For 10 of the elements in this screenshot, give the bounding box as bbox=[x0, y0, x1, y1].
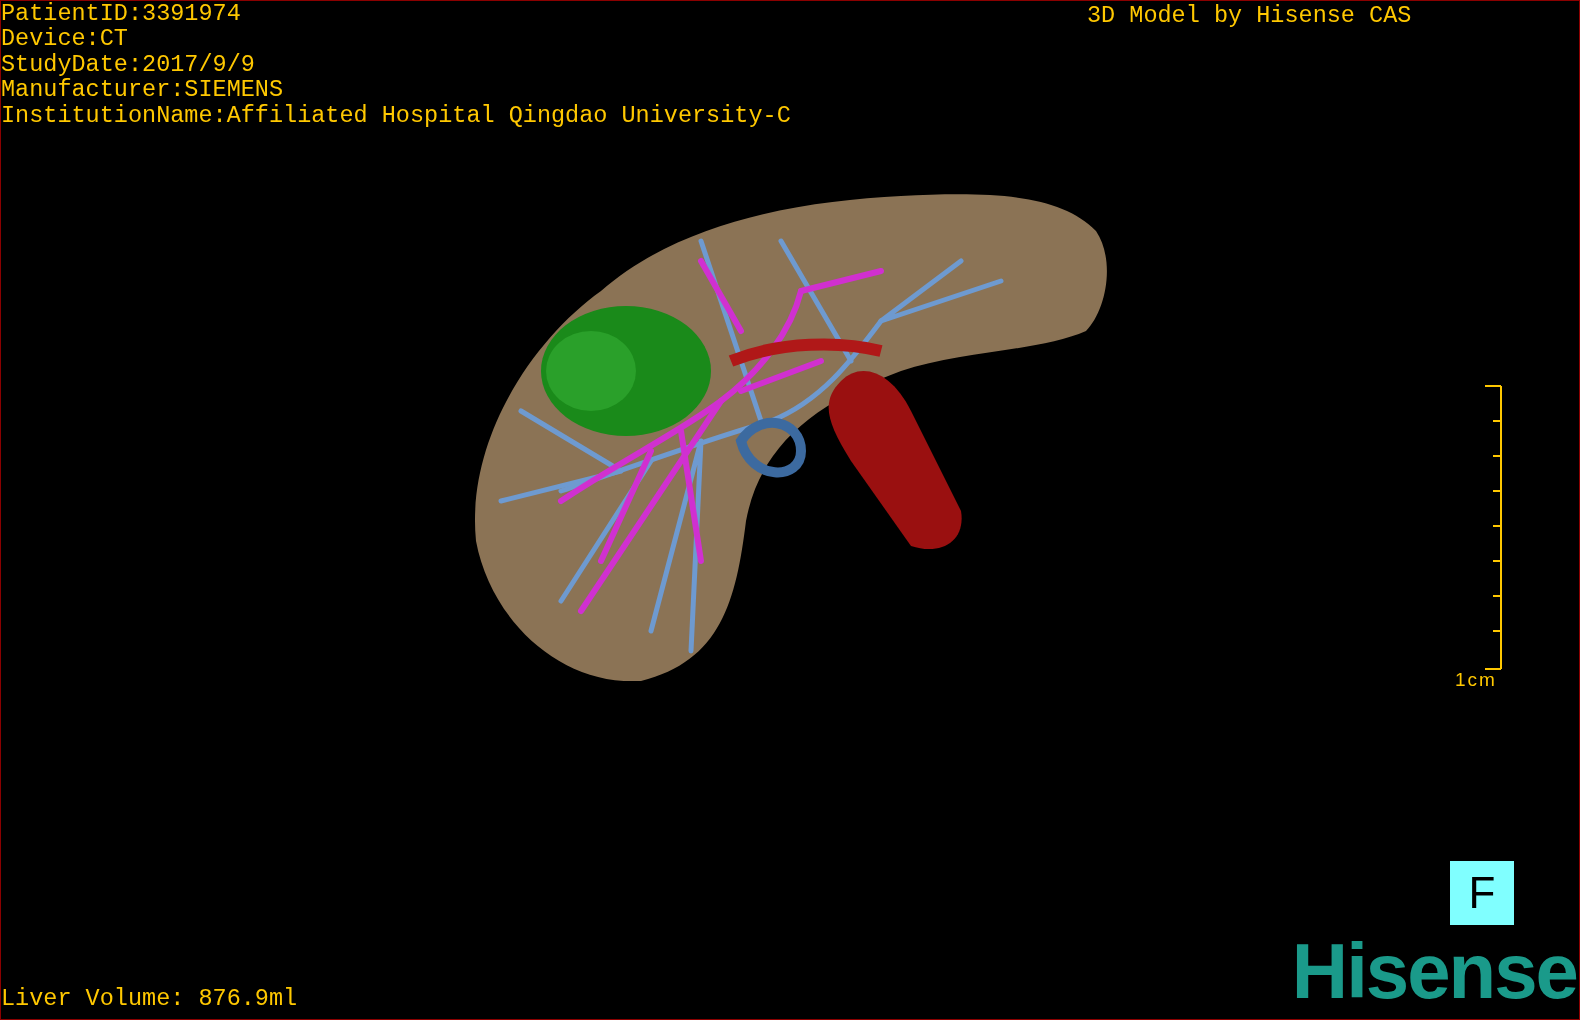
header-info-line: Device:CT bbox=[1, 26, 129, 52]
header-info-line: InstitutionName:Affiliated Hospital Qingdao University-C bbox=[1, 102, 791, 129]
header-info-line: Manufacturer:SIEMENS bbox=[1, 77, 285, 103]
liver-volume: Liver Volume: 876.9ml bbox=[1, 984, 298, 1014]
header-info-line: StudyDate:2017/9/9 bbox=[1, 51, 256, 78]
scale-label: 1cm bbox=[1455, 669, 1497, 691]
logo: Hisense bbox=[1291, 931, 1577, 1011]
header-info-line: PatientID:3391974 bbox=[1, 1, 242, 27]
orientation-marker: F bbox=[1450, 861, 1514, 925]
model-credit: 3D Model by Hisense CAS bbox=[1087, 1, 1412, 31]
